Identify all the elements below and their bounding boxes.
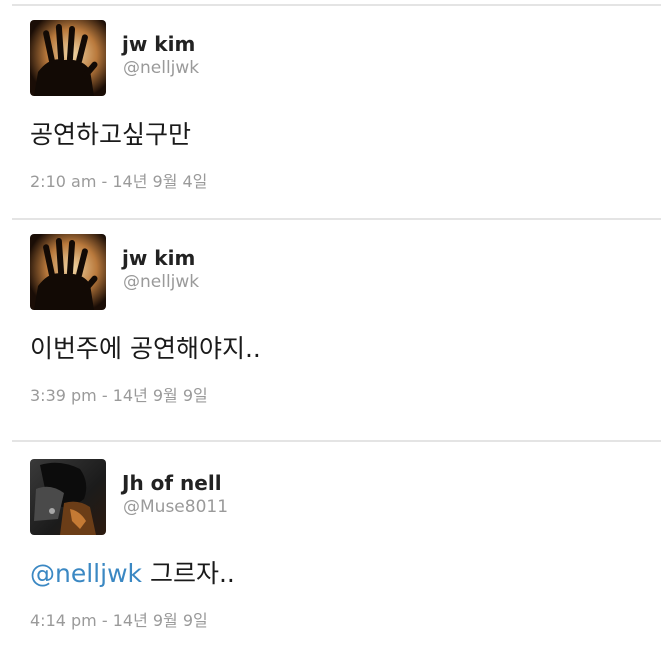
tweet-feed: jw kim @nelljwk 공연하고싶구만 2:10 am - 14년 9월… [0, 0, 671, 652]
tweet-text: 공연하고싶구만 [30, 115, 191, 151]
divider [12, 4, 661, 6]
tweet-item[interactable]: jw kim @nelljwk 이번주에 공연해야지.. 3:39 pm - 1… [30, 234, 659, 406]
tweet-timestamp[interactable]: 2:10 am - 14년 9월 4일 [30, 168, 207, 192]
divider [12, 440, 661, 442]
raised-hand-photo-icon [30, 234, 106, 310]
tweet-text: 이번주에 공연해야지.. [30, 329, 261, 365]
user-handle[interactable]: @Muse8011 [123, 497, 228, 517]
tweet-item[interactable]: jw kim @nelljwk 공연하고싶구만 2:10 am - 14년 9월… [30, 20, 659, 192]
user-name[interactable]: Jh of nell [122, 471, 222, 495]
raised-hand-photo-icon [30, 20, 106, 96]
user-name[interactable]: jw kim [122, 246, 195, 270]
tweet-timestamp[interactable]: 4:14 pm - 14년 9월 9일 [30, 607, 208, 631]
avatar[interactable] [30, 234, 106, 310]
user-handle[interactable]: @nelljwk [123, 272, 199, 292]
avatar[interactable] [30, 459, 106, 535]
tweet-body: 그르자.. [142, 559, 235, 588]
mention-link[interactable]: @nelljwk [30, 559, 142, 588]
avatar[interactable] [30, 20, 106, 96]
user-name[interactable]: jw kim [122, 32, 195, 56]
tweet-body: 이번주에 공연해야지.. [30, 334, 261, 363]
user-handle[interactable]: @nelljwk [123, 58, 199, 78]
tweet-item[interactable]: Jh of nell @Muse8011 @nelljwk 그르자.. 4:14… [30, 459, 659, 634]
tweet-text: @nelljwk 그르자.. [30, 554, 235, 590]
dark-figure-photo-icon [30, 459, 106, 535]
tweet-body: 공연하고싶구만 [30, 120, 192, 149]
tweet-timestamp[interactable]: 3:39 pm - 14년 9월 9일 [30, 382, 208, 406]
divider [12, 218, 661, 220]
